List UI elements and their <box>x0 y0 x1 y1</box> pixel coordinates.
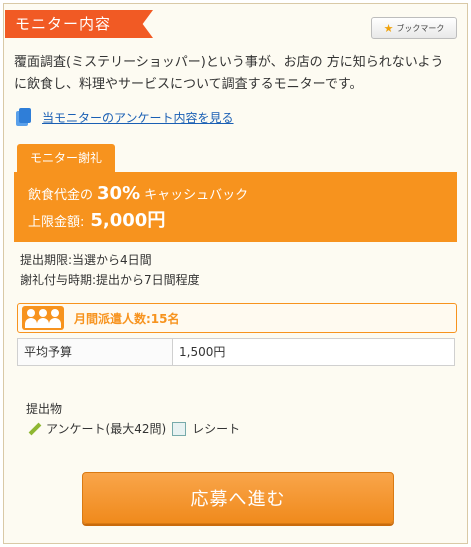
reward-percent: 30% <box>97 183 141 204</box>
dispatch-count-bar: 月間派遣人数:15名 <box>17 303 457 333</box>
star-icon: ★ <box>383 21 394 35</box>
reward-suffix: キャッシュバック <box>144 188 249 203</box>
people-icon <box>22 306 64 330</box>
reward-cashback: 飲食代金の 30% キャッシュバック <box>28 182 443 208</box>
document-icon <box>16 108 34 126</box>
budget-value: 1,500円 <box>179 345 226 359</box>
monitor-description: 覆面調査(ミステリーショッパー)という事が、お店の 方に知られないように飲食し、… <box>14 55 444 92</box>
submission-section: 提出物 アンケート(最大42問) レシート <box>26 400 240 438</box>
pencil-icon <box>26 422 42 436</box>
submission-items: アンケート(最大42問) レシート <box>26 420 240 438</box>
reward-limit: 上限金額: 5,000円 <box>28 208 443 236</box>
survey-link-label[interactable]: 当モニターのアンケート内容を見る <box>42 109 234 126</box>
submission-item-survey: アンケート(最大42問) <box>46 422 167 436</box>
budget-label: 平均予算 <box>18 339 173 365</box>
payment-timing-text: 謝礼付与時期:提出から7日間程度 <box>20 273 200 287</box>
period-info: 提出期限:当選から4日間 謝礼付与時期:提出から7日間程度 <box>20 250 200 290</box>
submission-item-receipt: レシート <box>192 422 241 436</box>
reward-tab: モニター謝礼 <box>17 144 115 172</box>
submission-title: 提出物 <box>26 402 63 416</box>
limit-label: 上限金額: <box>28 215 85 230</box>
bookmark-button[interactable]: ★ ブックマーク <box>371 17 457 39</box>
limit-amount: 5,000円 <box>90 210 166 231</box>
deadline-text: 提出期限:当選から4日間 <box>20 253 152 267</box>
budget-table: 平均予算 1,500円 <box>17 338 455 366</box>
survey-content-link[interactable]: 当モニターのアンケート内容を見る <box>16 108 234 126</box>
reward-prefix: 飲食代金の <box>28 188 94 203</box>
monitor-panel: モニター内容 ★ ブックマーク 覆面調査(ミステリーショッパー)という事が、お店… <box>3 3 468 544</box>
bookmark-label: ブックマーク <box>396 23 445 33</box>
reward-box: 飲食代金の 30% キャッシュバック 上限金額: 5,000円 <box>14 172 457 242</box>
receipt-icon <box>172 422 187 436</box>
page-title: モニター内容 <box>5 10 153 38</box>
apply-button[interactable]: 応募へ進む <box>82 472 394 524</box>
dispatch-label: 月間派遣人数:15名 <box>74 311 180 326</box>
